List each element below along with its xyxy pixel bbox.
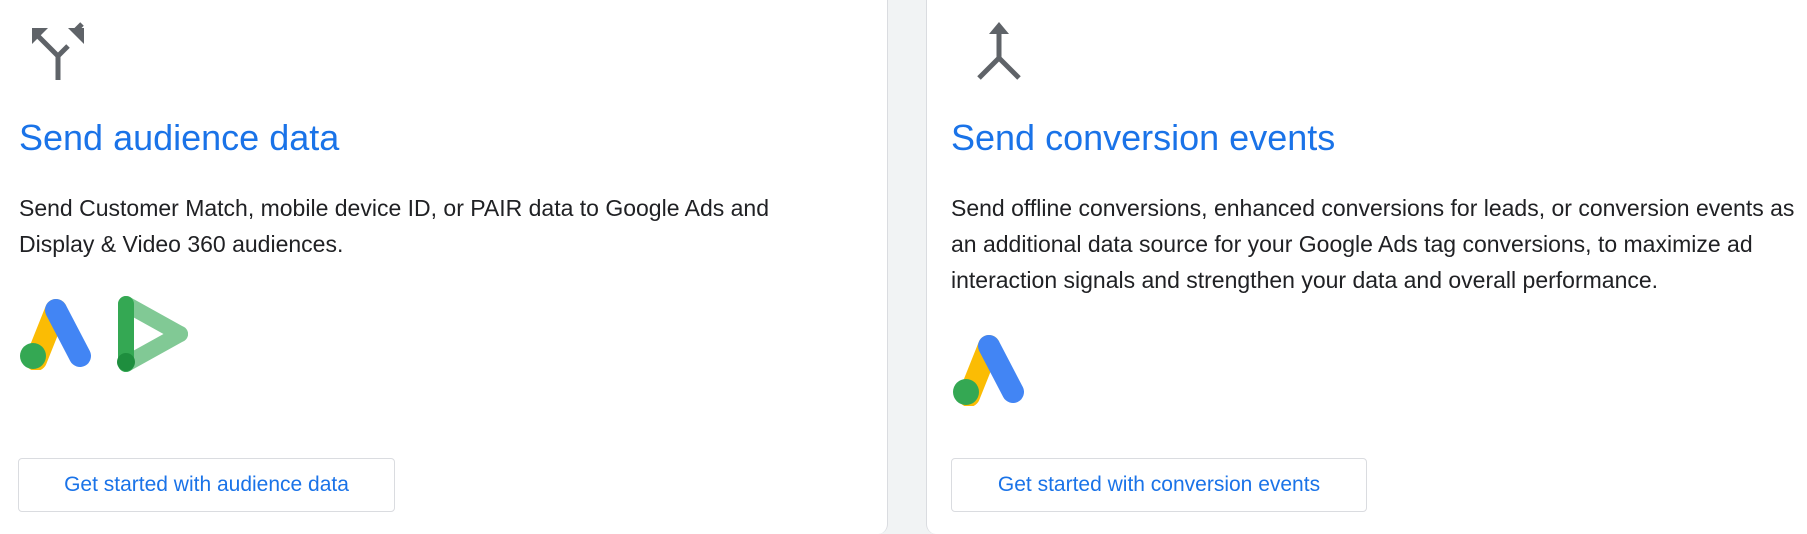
conversion-events-logos: [951, 334, 1031, 411]
conversion-events-description: Send offline conversions, enhanced conve…: [951, 195, 1795, 293]
display-video-360-logo: [116, 296, 190, 377]
audience-data-card: Send audience data Send Customer Match, …: [0, 0, 888, 534]
get-started-audience-button[interactable]: Get started with audience data: [18, 458, 395, 512]
google-ads-logo: [951, 334, 1031, 411]
fork-arrows-icon: [28, 22, 88, 82]
audience-data-description: Send Customer Match, mobile device ID, o…: [19, 195, 770, 257]
merge-arrows-icon: [969, 22, 1029, 82]
google-ads-logo: [18, 298, 98, 375]
conversion-events-card: Send conversion events Send offline conv…: [926, 0, 1807, 534]
page: Send audience data Send Customer Match, …: [0, 0, 1807, 534]
audience-data-logos: [18, 296, 190, 377]
get-started-conversion-button[interactable]: Get started with conversion events: [951, 458, 1367, 512]
audience-data-title: Send audience data: [19, 117, 340, 158]
conversion-events-title: Send conversion events: [951, 117, 1336, 158]
